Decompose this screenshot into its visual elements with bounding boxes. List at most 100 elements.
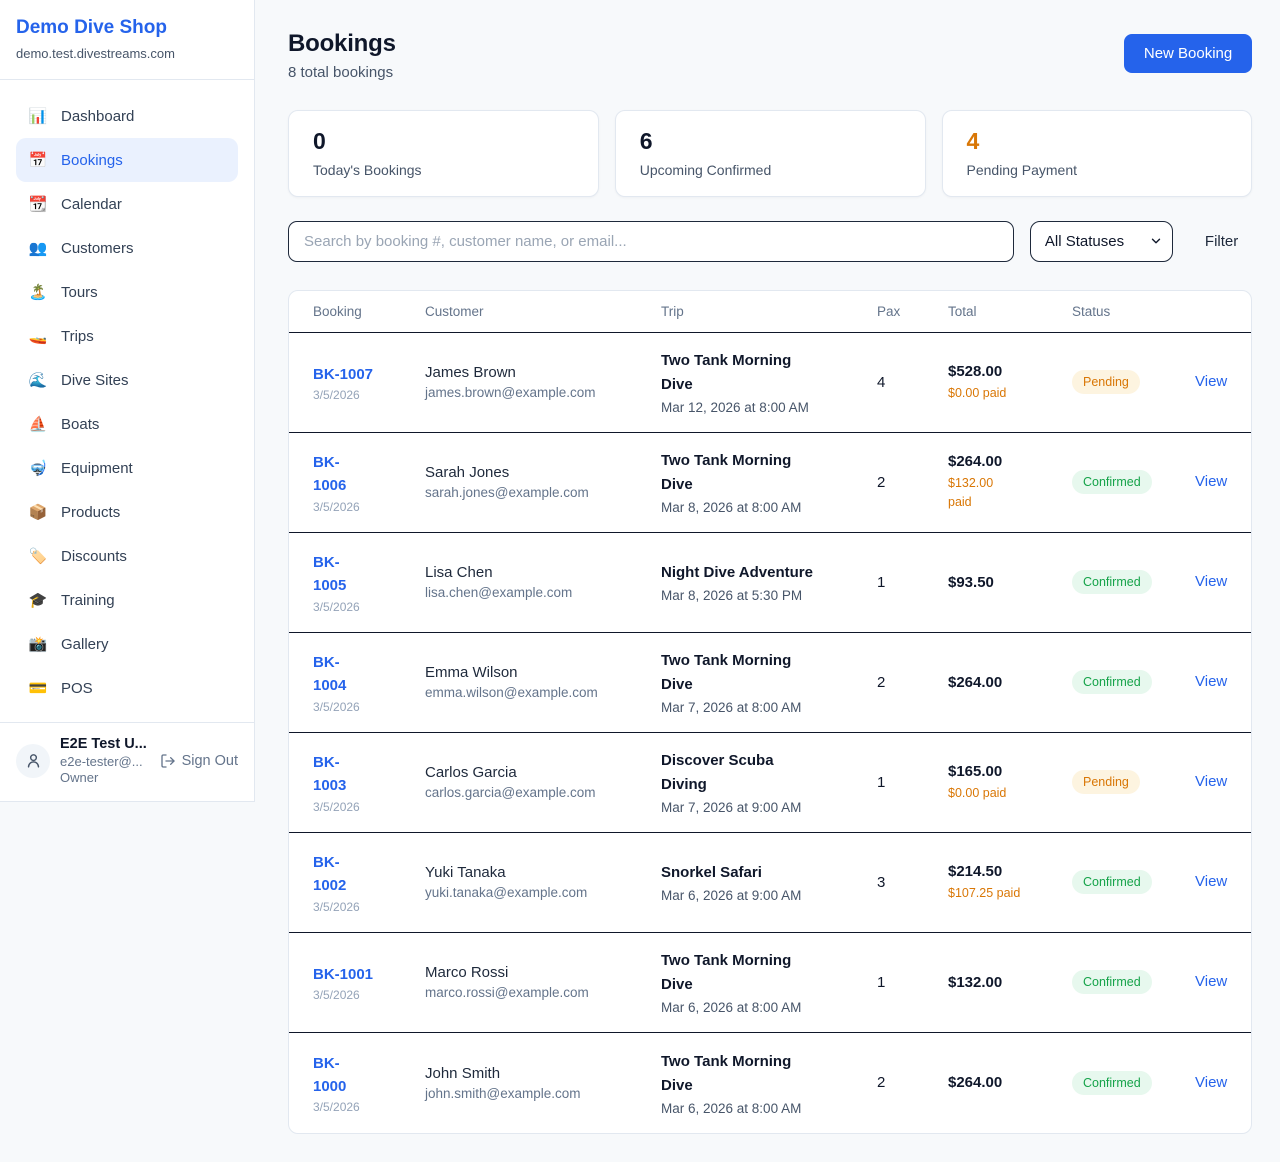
- sidebar-item-label: Dive Sites: [61, 372, 129, 389]
- stat-card-todays-bookings: 0 Today's Bookings: [288, 110, 599, 197]
- view-link[interactable]: View: [1195, 373, 1227, 390]
- booking-id-link[interactable]: BK-1001: [313, 963, 373, 986]
- status-badge: Pending: [1072, 770, 1140, 794]
- total-cell: $264.00: [948, 1074, 1072, 1091]
- pax-cell: 1: [877, 774, 948, 791]
- tours-icon: 🏝️: [28, 283, 48, 301]
- sidebar-item-boats[interactable]: ⛵ Boats: [16, 402, 238, 446]
- view-link[interactable]: View: [1195, 1074, 1227, 1091]
- customer-name: Yuki Tanaka: [425, 864, 661, 881]
- view-link[interactable]: View: [1195, 973, 1227, 990]
- sidebar-item-label: Dashboard: [61, 108, 134, 125]
- stat-card-pending-payment: 4 Pending Payment: [942, 110, 1253, 197]
- view-link[interactable]: View: [1195, 573, 1227, 590]
- status-cell: Confirmed: [1072, 670, 1195, 694]
- sidebar-item-equipment[interactable]: 🤿 Equipment: [16, 446, 238, 490]
- search-input[interactable]: [288, 221, 1014, 262]
- new-booking-button[interactable]: New Booking: [1124, 34, 1252, 73]
- trips-icon: 🚤: [28, 327, 48, 345]
- filter-button[interactable]: Filter: [1189, 233, 1252, 250]
- table-header-row: Booking Customer Trip Pax Total Status: [289, 291, 1251, 333]
- table-row[interactable]: BK- 1002 3/5/2026 Yuki Tanaka yuki.tanak…: [289, 833, 1251, 933]
- sidebar-item-discounts[interactable]: 🏷️ Discounts: [16, 534, 238, 578]
- paid-amount: $0.00 paid: [948, 384, 1072, 403]
- brand-name: Demo Dive Shop: [16, 17, 238, 39]
- customer-cell: John Smith john.smith@example.com: [425, 1065, 661, 1101]
- trip-name: Two Tank Morning Dive: [661, 649, 877, 697]
- discounts-icon: 🏷️: [28, 547, 48, 565]
- boats-icon: ⛵: [28, 415, 48, 433]
- table-row[interactable]: BK-1001 3/5/2026 Marco Rossi marco.rossi…: [289, 933, 1251, 1033]
- view-link[interactable]: View: [1195, 873, 1227, 890]
- customer-cell: Marco Rossi marco.rossi@example.com: [425, 964, 661, 1000]
- booking-id-link[interactable]: BK- 1003: [313, 751, 346, 798]
- sidebar-item-bookings[interactable]: 📅 Bookings: [16, 138, 238, 182]
- view-link[interactable]: View: [1195, 473, 1227, 490]
- sidebar-item-label: Training: [61, 592, 115, 609]
- calendar-icon: 📆: [28, 195, 48, 213]
- customer-cell: Emma Wilson emma.wilson@example.com: [425, 664, 661, 700]
- total-amount: $264.00: [948, 1074, 1072, 1091]
- sidebar-item-gallery[interactable]: 📸 Gallery: [16, 622, 238, 666]
- table-row[interactable]: BK- 1006 3/5/2026 Sarah Jones sarah.jone…: [289, 433, 1251, 533]
- status-cell: Pending: [1072, 370, 1195, 394]
- sidebar-item-label: Discounts: [61, 548, 127, 565]
- total-amount: $214.50: [948, 863, 1072, 880]
- booking-date: 3/5/2026: [313, 388, 425, 402]
- sign-out-label: Sign Out: [182, 753, 238, 769]
- table-row[interactable]: BK- 1004 3/5/2026 Emma Wilson emma.wilso…: [289, 633, 1251, 733]
- status-cell: Confirmed: [1072, 970, 1195, 994]
- booking-date: 3/5/2026: [313, 700, 425, 714]
- sidebar-item-label: Customers: [61, 240, 134, 257]
- booking-date: 3/5/2026: [313, 600, 425, 614]
- pax-cell: 2: [877, 674, 948, 691]
- sidebar-item-pos[interactable]: 💳 POS: [16, 666, 238, 710]
- total-cell: $132.00: [948, 974, 1072, 991]
- customer-cell: James Brown james.brown@example.com: [425, 364, 661, 400]
- table-row[interactable]: BK-1007 3/5/2026 James Brown james.brown…: [289, 333, 1251, 433]
- sign-out-button[interactable]: Sign Out: [160, 753, 238, 769]
- brand-domain: demo.test.divestreams.com: [16, 46, 238, 61]
- sidebar-item-dashboard[interactable]: 📊 Dashboard: [16, 94, 238, 138]
- total-amount: $93.50: [948, 574, 1072, 591]
- view-link[interactable]: View: [1195, 773, 1227, 790]
- main-content: Bookings 8 total bookings New Booking 0 …: [255, 0, 1280, 1134]
- trip-name: Two Tank Morning Dive: [661, 949, 877, 997]
- logout-icon: [160, 753, 176, 769]
- trip-cell: Two Tank Morning Dive Mar 6, 2026 at 8:0…: [661, 1050, 877, 1116]
- sidebar-item-dive-sites[interactable]: 🌊 Dive Sites: [16, 358, 238, 402]
- training-icon: 🎓: [28, 591, 48, 609]
- sidebar-item-products[interactable]: 📦 Products: [16, 490, 238, 534]
- table-row[interactable]: BK- 1000 3/5/2026 John Smith john.smith@…: [289, 1033, 1251, 1133]
- sidebar-item-calendar[interactable]: 📆 Calendar: [16, 182, 238, 226]
- sidebar-nav: 📊 Dashboard 📅 Bookings 📆 Calendar 👥 Cust…: [0, 80, 254, 722]
- booking-id-link[interactable]: BK- 1005: [313, 551, 346, 598]
- booking-id-link[interactable]: BK- 1002: [313, 851, 346, 898]
- status-badge: Confirmed: [1072, 570, 1152, 594]
- view-link[interactable]: View: [1195, 673, 1227, 690]
- booking-id-link[interactable]: BK- 1000: [313, 1052, 346, 1099]
- sidebar-item-trips[interactable]: 🚤 Trips: [16, 314, 238, 358]
- trip-datetime: Mar 6, 2026 at 8:00 AM: [661, 1101, 877, 1116]
- booking-id-link[interactable]: BK-1007: [313, 363, 373, 386]
- sidebar-item-label: POS: [61, 680, 93, 697]
- table-row[interactable]: BK- 1003 3/5/2026 Carlos Garcia carlos.g…: [289, 733, 1251, 833]
- status-badge: Confirmed: [1072, 1071, 1152, 1095]
- booking-id-link[interactable]: BK- 1004: [313, 651, 346, 698]
- table-row[interactable]: BK- 1005 3/5/2026 Lisa Chen lisa.chen@ex…: [289, 533, 1251, 633]
- actions-cell: View: [1195, 473, 1227, 491]
- user-email: e2e-tester@...: [60, 754, 147, 770]
- trip-datetime: Mar 6, 2026 at 9:00 AM: [661, 888, 877, 903]
- status-badge: Confirmed: [1072, 470, 1152, 494]
- status-select[interactable]: All Statuses: [1030, 221, 1173, 262]
- sidebar-item-training[interactable]: 🎓 Training: [16, 578, 238, 622]
- sidebar-item-tours[interactable]: 🏝️ Tours: [16, 270, 238, 314]
- customer-name: Marco Rossi: [425, 964, 661, 981]
- status-badge: Pending: [1072, 370, 1140, 394]
- booking-cell: BK- 1004 3/5/2026: [313, 651, 425, 714]
- actions-cell: View: [1195, 373, 1227, 391]
- sidebar-item-customers[interactable]: 👥 Customers: [16, 226, 238, 270]
- sidebar-item-label: Gallery: [61, 636, 109, 653]
- booking-id-link[interactable]: BK- 1006: [313, 451, 346, 498]
- total-amount: $528.00: [948, 363, 1072, 380]
